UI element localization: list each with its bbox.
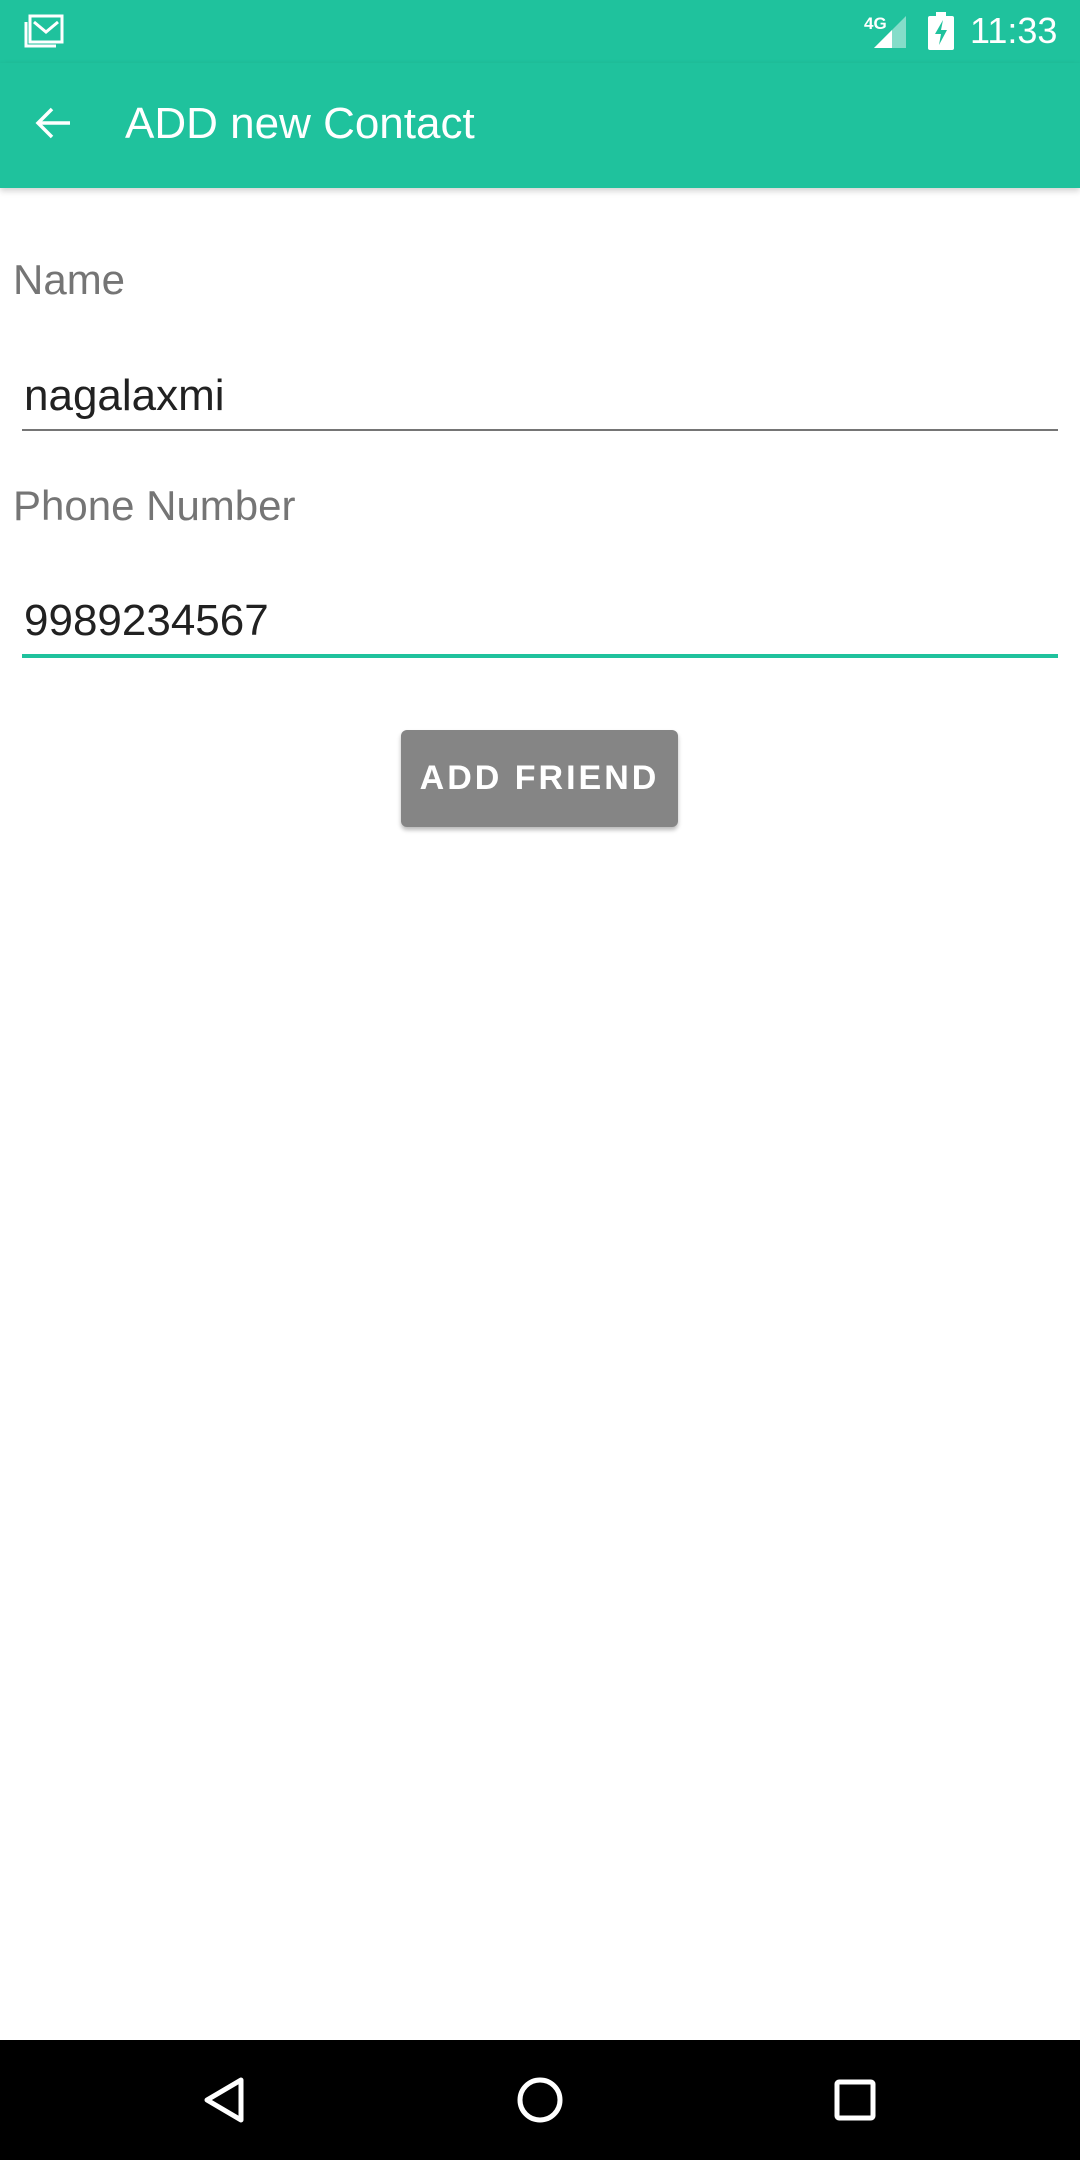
nav-home-button[interactable] [500, 2060, 580, 2140]
back-button[interactable] [22, 91, 86, 155]
name-label: Name [13, 256, 126, 303]
phone-label: Phone Number [13, 482, 296, 529]
battery-charging-icon [928, 12, 954, 50]
gmail-icon [24, 14, 64, 48]
back-triangle-icon [204, 2077, 244, 2123]
nav-back-button[interactable] [185, 2060, 265, 2140]
phone-field[interactable] [22, 585, 1058, 657]
status-clock: 11:33 [970, 10, 1058, 51]
nav-recents-button[interactable] [815, 2060, 895, 2140]
navigation-bar [0, 2040, 1080, 2160]
app-bar: ADD new Contact [0, 63, 1080, 188]
name-field[interactable] [22, 360, 1058, 432]
recents-square-icon [834, 2079, 876, 2121]
phone-field-underline [22, 654, 1058, 658]
status-bar: 4G 11:33 [0, 0, 1080, 63]
name-field-underline [22, 429, 1058, 431]
home-circle-icon [517, 2077, 563, 2123]
arrow-back-icon [35, 107, 70, 139]
page-title: ADD new Contact [125, 99, 475, 148]
add-friend-button[interactable]: ADD FRIEND [401, 730, 678, 827]
signal-icon [874, 16, 906, 48]
